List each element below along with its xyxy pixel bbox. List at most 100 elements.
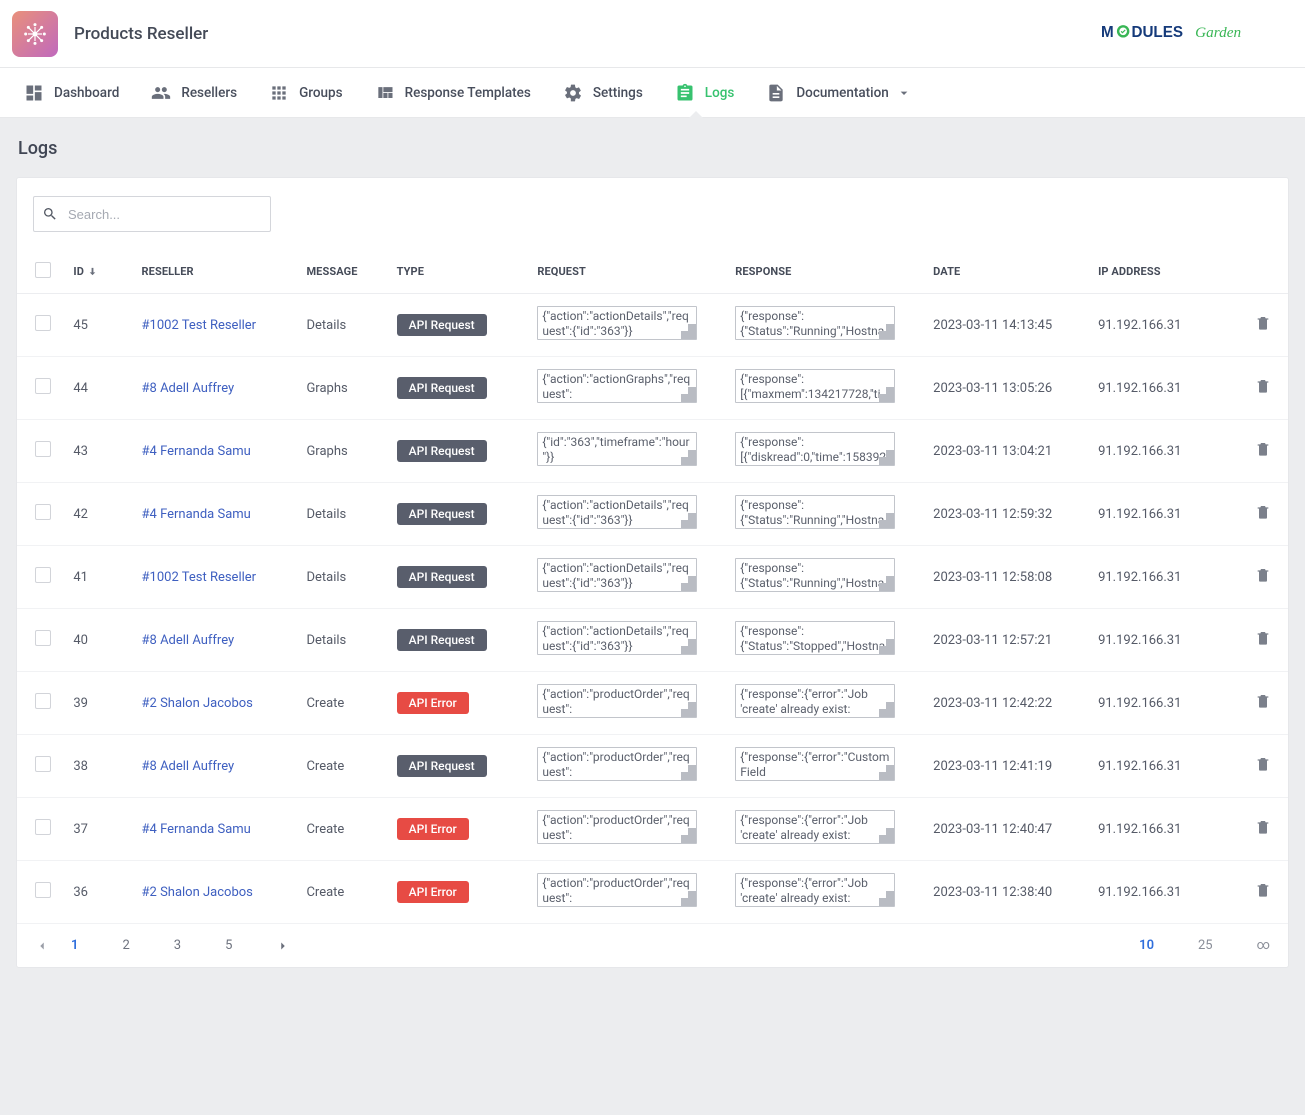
- nav-label: Settings: [593, 85, 643, 101]
- cell-date: 2023-03-11 14:13:45: [925, 294, 1090, 357]
- delete-button[interactable]: [1255, 692, 1271, 710]
- type-badge: API Request: [397, 503, 487, 525]
- card-footer: 1 2 3 5 10 25 ∞: [17, 924, 1288, 967]
- response-textarea[interactable]: {"response":{"Status":"Stopped","Hostna: [735, 621, 895, 655]
- response-textarea[interactable]: {"response":{"Status":"Running","Hostna: [735, 558, 895, 592]
- delete-button[interactable]: [1255, 566, 1271, 584]
- delete-button[interactable]: [1255, 629, 1271, 647]
- delete-button[interactable]: [1255, 314, 1271, 332]
- request-textarea[interactable]: {"action":"actionDetails","request":{"id…: [537, 621, 697, 655]
- request-textarea[interactable]: {"action":"actionDetails","request":{"id…: [537, 558, 697, 592]
- cell-ip: 91.192.166.31: [1090, 735, 1244, 798]
- cell-date: 2023-03-11 12:59:32: [925, 483, 1090, 546]
- response-textarea[interactable]: {"response":{"Status":"Running","Hostna: [735, 306, 895, 340]
- delete-button[interactable]: [1255, 881, 1271, 899]
- settings-icon: [563, 83, 583, 103]
- cell-ip: 91.192.166.31: [1090, 357, 1244, 420]
- active-tab-indicator: [689, 111, 703, 118]
- nav-documentation[interactable]: Documentation: [750, 68, 927, 118]
- request-textarea[interactable]: {"action":"actionGraphs","request":: [537, 369, 697, 403]
- th-request[interactable]: REQUEST: [529, 250, 727, 294]
- response-textarea[interactable]: {"response":{"error":"Job 'create' alrea…: [735, 810, 895, 844]
- th-response[interactable]: RESPONSE: [727, 250, 925, 294]
- reseller-link[interactable]: #4 Fernanda Samu: [142, 507, 251, 522]
- page-1[interactable]: 1: [71, 938, 78, 953]
- response-textarea[interactable]: {"response":[{"diskread":0,"time":158392: [735, 432, 895, 466]
- page-next-icon[interactable]: [276, 939, 290, 953]
- pagination: 1 2 3 5: [35, 938, 290, 953]
- row-checkbox[interactable]: [35, 882, 51, 898]
- request-textarea[interactable]: {"id":"363","timeframe":"hour"}}: [537, 432, 697, 466]
- reseller-link[interactable]: #4 Fernanda Samu: [142, 822, 251, 837]
- request-textarea[interactable]: {"action":"productOrder","request":: [537, 684, 697, 718]
- reseller-link[interactable]: #1002 Test Reseller: [142, 318, 257, 333]
- reseller-link[interactable]: #2 Shalon Jacobos: [142, 885, 253, 900]
- th-id[interactable]: ID: [65, 250, 133, 294]
- th-message[interactable]: MESSAGE: [298, 250, 388, 294]
- page-3[interactable]: 3: [174, 938, 181, 953]
- nav-settings[interactable]: Settings: [547, 68, 659, 118]
- row-checkbox[interactable]: [35, 378, 51, 394]
- row-checkbox[interactable]: [35, 819, 51, 835]
- delete-button[interactable]: [1255, 755, 1271, 773]
- request-textarea[interactable]: {"action":"actionDetails","request":{"id…: [537, 306, 697, 340]
- delete-button[interactable]: [1255, 818, 1271, 836]
- select-all-checkbox[interactable]: [35, 262, 51, 278]
- perpage-10[interactable]: 10: [1139, 938, 1154, 953]
- response-textarea[interactable]: {"response":[{"maxmem":134217728,"ti: [735, 369, 895, 403]
- th-ip[interactable]: IP ADDRESS: [1090, 250, 1244, 294]
- page-2[interactable]: 2: [122, 938, 129, 953]
- delete-button[interactable]: [1255, 503, 1271, 521]
- cell-date: 2023-03-11 13:04:21: [925, 420, 1090, 483]
- page-prev-icon[interactable]: [35, 939, 49, 953]
- request-textarea[interactable]: {"action":"productOrder","request":: [537, 873, 697, 907]
- nav-groups[interactable]: Groups: [253, 68, 359, 118]
- search-input[interactable]: [66, 206, 262, 223]
- row-checkbox[interactable]: [35, 756, 51, 772]
- row-checkbox[interactable]: [35, 504, 51, 520]
- response-textarea[interactable]: {"response":{"error":"Custom Field: [735, 747, 895, 781]
- page-5[interactable]: 5: [225, 938, 232, 953]
- response-textarea[interactable]: {"response":{"error":"Job 'create' alrea…: [735, 873, 895, 907]
- th-reseller[interactable]: RESELLER: [134, 250, 299, 294]
- th-type[interactable]: TYPE: [389, 250, 530, 294]
- app-topbar: Products Reseller M DULES Garden: [0, 0, 1305, 68]
- cell-date: 2023-03-11 12:40:47: [925, 798, 1090, 861]
- type-badge: API Request: [397, 755, 487, 777]
- delete-button[interactable]: [1255, 377, 1271, 395]
- cell-date: 2023-03-11 12:41:19: [925, 735, 1090, 798]
- cell-date: 2023-03-11 12:38:40: [925, 861, 1090, 924]
- page-content: Logs ID RESELLER MESSAGE TYPE REQUEST RE…: [0, 118, 1305, 982]
- nav-resellers[interactable]: Resellers: [135, 68, 253, 118]
- nav-dashboard[interactable]: Dashboard: [8, 68, 135, 118]
- perpage-25[interactable]: 25: [1198, 938, 1213, 953]
- per-page-selector: 10 25 ∞: [1117, 938, 1270, 953]
- trash-icon: [1255, 377, 1271, 395]
- trash-icon: [1255, 818, 1271, 836]
- reseller-link[interactable]: #8 Adell Auffrey: [142, 381, 235, 396]
- reseller-link[interactable]: #8 Adell Auffrey: [142, 759, 235, 774]
- th-date[interactable]: DATE: [925, 250, 1090, 294]
- nav-response-templates[interactable]: Response Templates: [359, 68, 547, 118]
- request-textarea[interactable]: {"action":"productOrder","request":: [537, 810, 697, 844]
- reseller-link[interactable]: #8 Adell Auffrey: [142, 633, 235, 648]
- chevron-down-icon: [896, 85, 912, 101]
- cell-date: 2023-03-11 12:58:08: [925, 546, 1090, 609]
- delete-button[interactable]: [1255, 440, 1271, 458]
- row-checkbox[interactable]: [35, 693, 51, 709]
- row-checkbox[interactable]: [35, 315, 51, 331]
- reseller-link[interactable]: #4 Fernanda Samu: [142, 444, 251, 459]
- perpage-∞[interactable]: ∞: [1257, 938, 1270, 953]
- reseller-link[interactable]: #2 Shalon Jacobos: [142, 696, 253, 711]
- nav-logs[interactable]: Logs: [659, 68, 751, 118]
- request-textarea[interactable]: {"action":"actionDetails","request":{"id…: [537, 495, 697, 529]
- row-checkbox[interactable]: [35, 630, 51, 646]
- reseller-link[interactable]: #1002 Test Reseller: [142, 570, 257, 585]
- request-textarea[interactable]: {"action":"productOrder","request":: [537, 747, 697, 781]
- response-textarea[interactable]: {"response":{"error":"Job 'create' alrea…: [735, 684, 895, 718]
- row-checkbox[interactable]: [35, 441, 51, 457]
- search-box[interactable]: [33, 196, 271, 232]
- page-title: Logs: [18, 138, 1287, 159]
- response-textarea[interactable]: {"response":{"Status":"Running","Hostna: [735, 495, 895, 529]
- row-checkbox[interactable]: [35, 567, 51, 583]
